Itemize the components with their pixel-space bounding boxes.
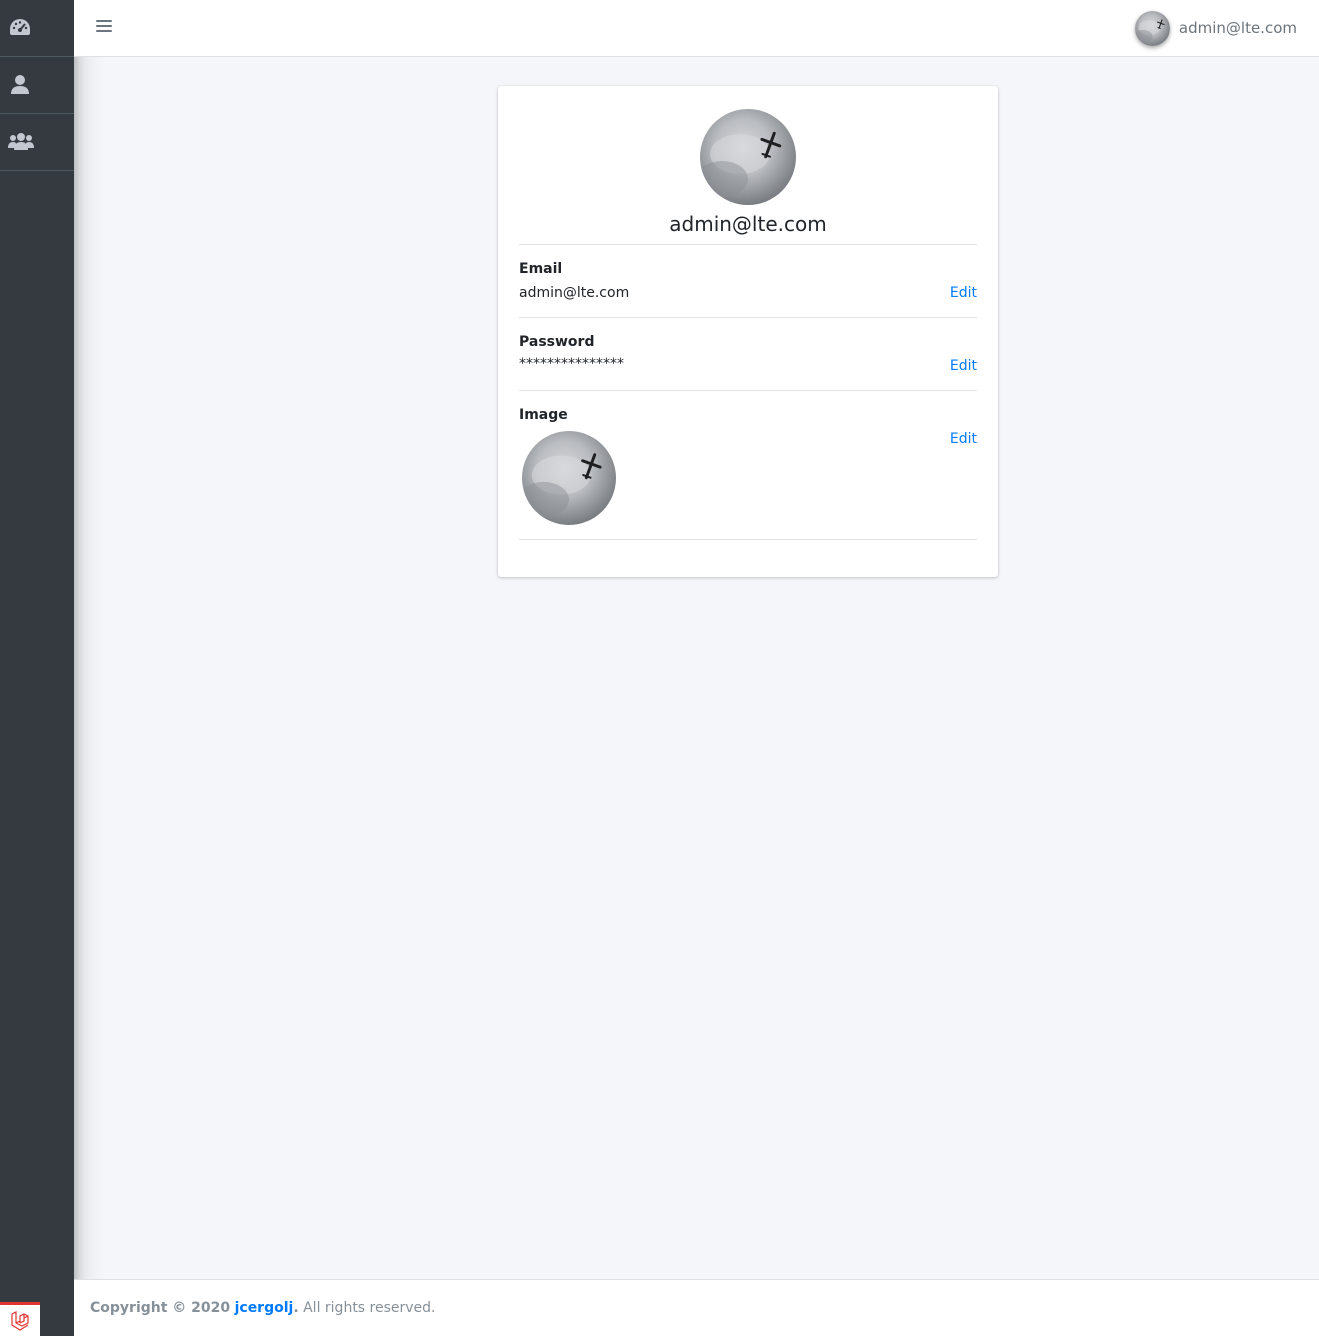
image-row: Image Edit (519, 390, 977, 539)
hamburger-icon[interactable] (96, 20, 112, 36)
footer: Copyright © 2020 jcergolj. All rights re… (74, 1279, 1319, 1336)
laravel-badge[interactable] (0, 1302, 40, 1336)
email-value: admin@lte.com (519, 285, 630, 301)
profile-image (700, 109, 796, 205)
edit-image-link[interactable]: Edit (950, 431, 977, 447)
password-row: Password *************** Edit (519, 317, 977, 390)
sidebar-item-dashboard[interactable] (0, 0, 74, 57)
user-email: admin@lte.com (1178, 19, 1297, 37)
user-icon (11, 75, 29, 94)
profile-card: admin@lte.com Email admin@lte.com Edit P… (498, 86, 998, 577)
divider (519, 539, 977, 540)
image-label: Image (519, 407, 568, 423)
image-thumbnail (522, 431, 616, 525)
email-label: Email (519, 261, 563, 277)
password-value: *************** (519, 356, 624, 372)
sidebar-item-users[interactable] (0, 114, 74, 171)
dashboard-icon (10, 19, 30, 35)
email-row: Email admin@lte.com Edit (519, 244, 977, 317)
edit-email-link[interactable]: Edit (950, 285, 977, 301)
rights-text: All rights reserved. (298, 1300, 436, 1316)
user-menu[interactable]: admin@lte.com (1135, 9, 1297, 47)
sidebar (0, 0, 74, 1336)
laravel-logo-icon (11, 1310, 29, 1331)
top-navbar: admin@lte.com (74, 0, 1319, 57)
avatar (1135, 11, 1170, 46)
copyright-text: Copyright © 2020 (90, 1300, 231, 1316)
users-icon (8, 133, 34, 150)
sidebar-item-profile[interactable] (0, 57, 74, 114)
password-label: Password (519, 334, 595, 350)
edit-password-link[interactable]: Edit (950, 358, 977, 374)
author-link[interactable]: jcergolj (235, 1300, 294, 1316)
profile-name: admin@lte.com (669, 212, 827, 236)
